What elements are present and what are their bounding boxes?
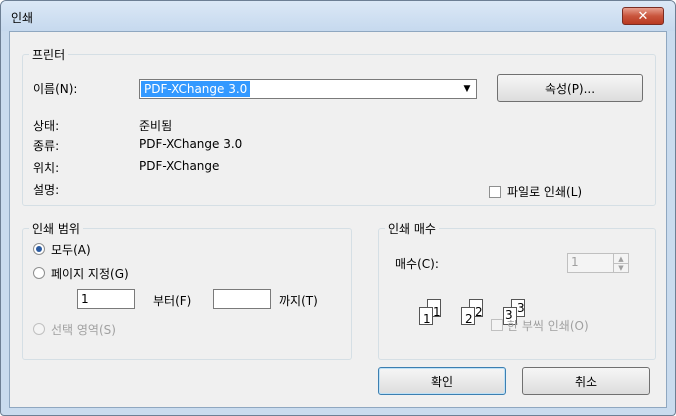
type-value: PDF-XChange 3.0 bbox=[139, 137, 243, 151]
collate-label[interactable]: 한 부씩 인쇄(O) bbox=[507, 317, 589, 334]
ok-button[interactable]: 확인 bbox=[378, 367, 506, 395]
collate-page-number: 1 bbox=[423, 312, 431, 326]
range-all-label[interactable]: 모두(A) bbox=[51, 241, 91, 258]
range-pages-label[interactable]: 페이지 지정(G) bbox=[51, 265, 129, 282]
spin-down-icon[interactable]: ▼ bbox=[614, 263, 628, 272]
copies-count-value: 1 bbox=[571, 255, 579, 269]
collate-page-number: 3 bbox=[517, 301, 525, 315]
collate-page-number: 2 bbox=[475, 305, 483, 319]
range-all-radio[interactable] bbox=[33, 243, 45, 255]
printer-group: 프린터 이름(N): PDF-XChange 3.0 ▼ 속성(P)... 상태… bbox=[22, 46, 656, 206]
collate-checkbox[interactable] bbox=[491, 319, 503, 331]
from-label: 부터(F) bbox=[153, 294, 192, 308]
printer-name-label: 이름(N): bbox=[33, 82, 78, 96]
cancel-button[interactable]: 취소 bbox=[522, 367, 650, 395]
copies-group: 인쇄 매수 매수(C): 1 ▲ ▼ 1 1 2 2 3 3 한 부씩 인쇄(O… bbox=[378, 220, 656, 360]
title-bar: 인쇄 ✕ bbox=[1, 1, 675, 31]
properties-button[interactable]: 속성(P)... bbox=[497, 74, 643, 102]
close-icon: ✕ bbox=[637, 8, 649, 24]
chevron-down-icon[interactable]: ▼ bbox=[459, 81, 475, 97]
type-label: 종류: bbox=[33, 139, 60, 153]
dialog-body: 프린터 이름(N): PDF-XChange 3.0 ▼ 속성(P)... 상태… bbox=[9, 31, 667, 408]
range-pages-radio[interactable] bbox=[33, 267, 45, 279]
where-value: PDF-XChange bbox=[139, 159, 220, 173]
where-label: 위치: bbox=[33, 161, 60, 175]
stepper-buttons: ▲ ▼ bbox=[613, 254, 628, 272]
status-label: 상태: bbox=[33, 119, 60, 133]
print-dialog: 인쇄 ✕ 프린터 이름(N): PDF-XChange 3.0 ▼ 속성(P).… bbox=[0, 0, 676, 416]
printer-group-title: 프린터 bbox=[29, 46, 69, 63]
copies-title: 인쇄 매수 bbox=[385, 220, 439, 237]
printer-name-select[interactable]: PDF-XChange 3.0 ▼ bbox=[139, 79, 477, 99]
print-range-title: 인쇄 범위 bbox=[29, 220, 83, 237]
to-page-input[interactable] bbox=[213, 289, 271, 309]
copies-count-label: 매수(C): bbox=[395, 257, 439, 271]
collate-page-number: 2 bbox=[465, 312, 473, 326]
copies-stepper[interactable]: 1 ▲ ▼ bbox=[567, 253, 629, 273]
from-page-input[interactable]: 1 bbox=[77, 289, 135, 309]
range-selection-radio[interactable] bbox=[33, 323, 45, 335]
close-button[interactable]: ✕ bbox=[622, 7, 664, 25]
status-value: 준비됨 bbox=[139, 119, 173, 133]
to-label: 까지(T) bbox=[279, 294, 318, 308]
print-to-file-label[interactable]: 파일로 인쇄(L) bbox=[507, 183, 582, 200]
print-to-file-checkbox[interactable] bbox=[489, 186, 501, 198]
range-selection-label[interactable]: 선택 영역(S) bbox=[51, 321, 116, 338]
collate-page-number: 1 bbox=[433, 305, 441, 319]
printer-name-value: PDF-XChange 3.0 bbox=[141, 81, 251, 97]
window-title: 인쇄 bbox=[11, 11, 34, 25]
comment-label: 설명: bbox=[33, 183, 60, 197]
print-range-group: 인쇄 범위 모두(A) 페이지 지정(G) 1 부터(F) 까지(T) 선택 영… bbox=[22, 220, 352, 360]
